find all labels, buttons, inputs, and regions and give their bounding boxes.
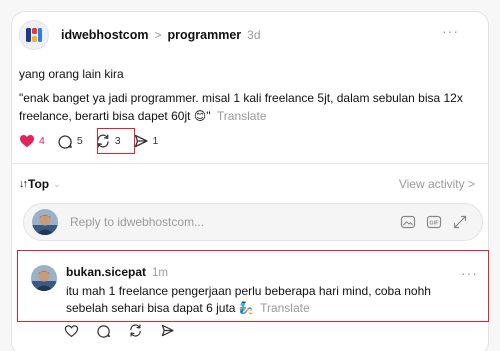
view-activity-link[interactable]: View activity > [399, 177, 475, 191]
comment-count: 5 [76, 135, 83, 147]
share-button[interactable]: 1 [133, 133, 159, 149]
sort-row: ↓↑ Top ⌄ View activity > [19, 175, 475, 193]
comment-header: bukan.sicepat 1m [66, 265, 168, 279]
expand-icon[interactable] [452, 214, 468, 230]
post-title: yang orang lain kira [19, 67, 124, 81]
reply-toolbar: GIF [390, 214, 468, 230]
comment-body: itu mah 1 freelance pengerjaan perlu beb… [66, 283, 476, 317]
comment-body-text: itu mah 1 freelance pengerjaan perlu beb… [66, 284, 431, 315]
post-author[interactable]: idwebhostcom [61, 28, 149, 42]
comment-actions [64, 323, 192, 338]
svg-text:GIF: GIF [429, 221, 439, 227]
post-timestamp: 3d [247, 28, 261, 42]
like-button[interactable]: 4 [19, 134, 45, 148]
post-body: "enak banget ya jadi programmer. misal 1… [19, 90, 469, 125]
reply-composer[interactable]: Reply to idwebhostcom... GIF [23, 203, 483, 241]
comment-author[interactable]: bukan.sicepat [66, 265, 146, 279]
breadcrumb-separator: > [154, 28, 162, 42]
chevron-down-icon: ⌄ [53, 178, 61, 189]
comment-timestamp: 1m [152, 267, 169, 279]
comment-bubble-icon [58, 135, 72, 149]
sort-label: Top [28, 177, 50, 191]
heart-filled-icon [20, 135, 34, 148]
comment-share-button[interactable] [160, 323, 175, 338]
comment-translate-link[interactable]: Translate [260, 301, 310, 315]
idwebhost-logo-icon [26, 28, 42, 42]
comment-reply-button[interactable] [96, 323, 111, 338]
send-icon [161, 324, 174, 337]
repost-icon [97, 134, 109, 148]
repost-button[interactable]: 3 [95, 133, 121, 149]
post-more-options-icon[interactable]: ··· [442, 24, 459, 38]
post-header: idwebhostcom > programmer 3d ··· [19, 20, 459, 50]
heart-icon [64, 324, 79, 337]
comment-button[interactable]: 5 [57, 133, 83, 149]
avatar[interactable] [31, 265, 57, 291]
commenter-avatar-icon [31, 265, 57, 291]
sort-arrows-icon: ↓↑ [19, 178, 28, 190]
comment-more-options-icon[interactable]: ··· [461, 266, 478, 280]
comment-bubble-icon [97, 325, 110, 338]
sort-dropdown[interactable]: ↓↑ Top ⌄ [19, 177, 61, 191]
gif-icon[interactable]: GIF [426, 214, 442, 230]
user-avatar-icon [32, 209, 58, 235]
send-icon [134, 134, 148, 148]
repost-icon [130, 324, 141, 337]
post-actions: 4 5 3 1 [19, 130, 170, 152]
post-community[interactable]: programmer [168, 28, 242, 42]
repost-count: 3 [114, 135, 121, 147]
reply-input[interactable]: Reply to idwebhostcom... [70, 215, 390, 229]
post-translate-link[interactable]: Translate [217, 109, 267, 123]
comment-repost-button[interactable] [128, 323, 143, 338]
divider [12, 163, 488, 164]
avatar[interactable] [32, 209, 58, 235]
community-logo-avatar[interactable] [19, 20, 49, 50]
share-count: 1 [152, 135, 159, 147]
image-icon[interactable] [400, 214, 416, 230]
comment-like-button[interactable] [64, 324, 79, 338]
like-count: 4 [39, 135, 45, 147]
